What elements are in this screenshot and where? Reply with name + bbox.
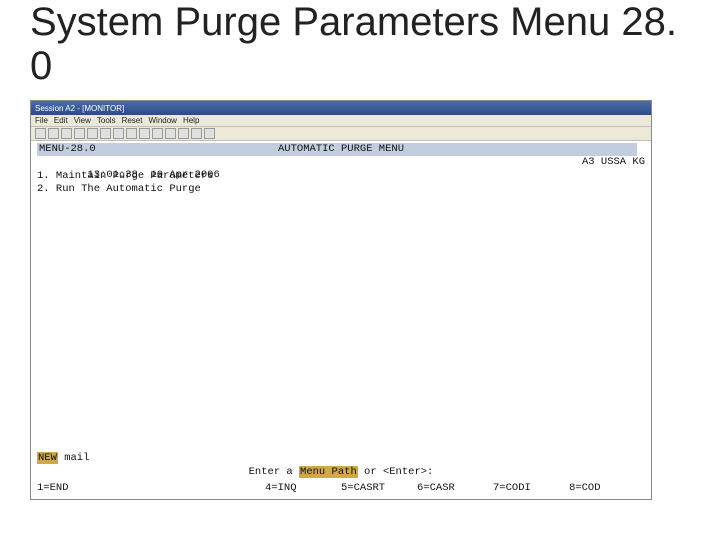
terminal-body: MENU-28.0 AUTOMATIC PURGE MENU 13:01:38 … — [31, 143, 651, 499]
fkey-8[interactable]: 8=COD — [569, 482, 645, 495]
window-toolbar — [31, 127, 651, 141]
fkey-5[interactable]: 5=CASRT — [341, 482, 417, 495]
toolbar-button[interactable] — [113, 128, 124, 139]
menu-edit[interactable]: Edit — [54, 116, 68, 125]
fkey-7[interactable]: 7=CODI — [493, 482, 569, 495]
toolbar-button[interactable] — [191, 128, 202, 139]
fkey-1[interactable]: 1=END — [37, 482, 113, 495]
window-title-text: Session A2 - [MONITOR] — [35, 104, 124, 113]
prompt-post: or <Enter>: — [358, 466, 434, 478]
menu-view[interactable]: View — [74, 116, 91, 125]
toolbar-button[interactable] — [178, 128, 189, 139]
slide: System Purge Parameters Menu 28. 0 Sessi… — [0, 0, 720, 540]
fkey-6[interactable]: 6=CASR — [417, 482, 493, 495]
prompt-pre: Enter a — [249, 466, 299, 478]
mail-new-badge: NEW — [37, 452, 58, 464]
menu-help[interactable]: Help — [183, 116, 199, 125]
menu-file[interactable]: File — [35, 116, 48, 125]
menu-reset[interactable]: Reset — [122, 116, 143, 125]
toolbar-button[interactable] — [152, 128, 163, 139]
toolbar-button[interactable] — [100, 128, 111, 139]
fkey-blank — [189, 482, 265, 495]
toolbar-button[interactable] — [126, 128, 137, 139]
toolbar-button[interactable] — [139, 128, 150, 139]
toolbar-button[interactable] — [48, 128, 59, 139]
menu-item-2[interactable]: 2. Run The Automatic Purge — [37, 183, 645, 196]
slide-title: System Purge Parameters Menu 28. 0 — [30, 0, 690, 88]
toolbar-button[interactable] — [87, 128, 98, 139]
function-keys-row: 1=END 4=INQ 5=CASRT 6=CASR 7=CODI 8=COD — [37, 482, 645, 495]
menu-tools[interactable]: Tools — [97, 116, 116, 125]
toolbar-button[interactable] — [165, 128, 176, 139]
terminal-window: Session A2 - [MONITOR] File Edit View To… — [30, 100, 652, 500]
toolbar-button[interactable] — [204, 128, 215, 139]
terminal-site: A3 USSA KG — [37, 156, 645, 169]
window-menubar: File Edit View Tools Reset Window Help — [31, 115, 651, 127]
fkey-4[interactable]: 4=INQ — [265, 482, 341, 495]
terminal-menu-title: AUTOMATIC PURGE MENU — [31, 143, 651, 156]
toolbar-button[interactable] — [35, 128, 46, 139]
fkey-blank — [113, 482, 189, 495]
menu-window[interactable]: Window — [148, 116, 176, 125]
window-titlebar: Session A2 - [MONITOR] — [31, 101, 651, 115]
toolbar-button[interactable] — [61, 128, 72, 139]
prompt-menu-path: Menu Path — [299, 466, 358, 478]
mail-text: mail — [58, 452, 90, 464]
menu-item-1[interactable]: 1. Maintain Purge Parameters — [37, 170, 645, 183]
mail-indicator: NEW mail — [37, 452, 89, 465]
toolbar-button[interactable] — [74, 128, 85, 139]
prompt-row: Enter a Menu Path or <Enter>: — [31, 466, 651, 479]
